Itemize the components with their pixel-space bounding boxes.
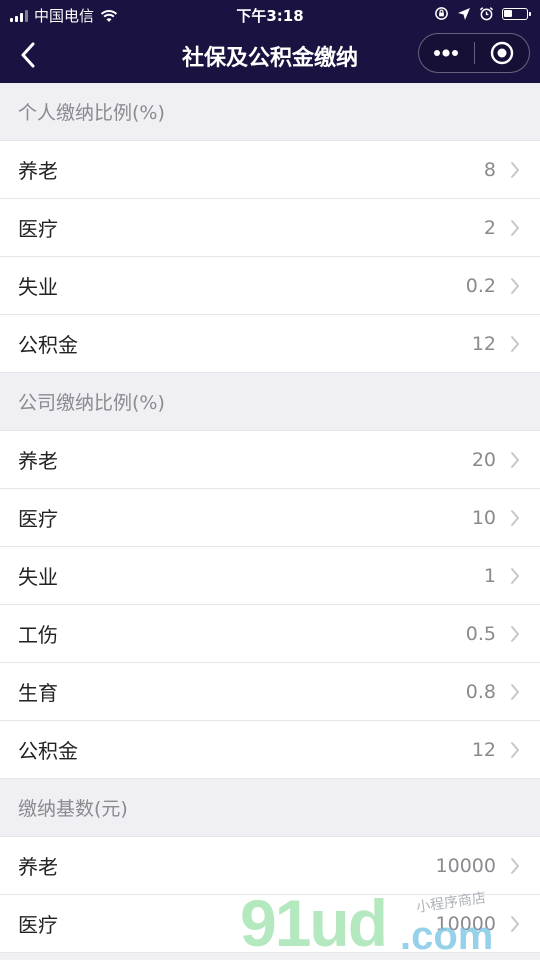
status-right	[434, 6, 531, 21]
close-mini-program-button[interactable]	[475, 34, 530, 72]
item-value: 2	[483, 216, 496, 239]
list-item[interactable]: 养老 10000	[0, 837, 540, 895]
item-value: 12	[471, 738, 496, 761]
item-label: 医疗	[18, 507, 58, 531]
more-button[interactable]	[419, 34, 474, 72]
list-item[interactable]: 养老 20	[0, 431, 540, 489]
item-label: 工伤	[18, 623, 58, 647]
list-item[interactable]: 失业 0.2	[0, 257, 540, 315]
battery-icon	[502, 7, 531, 20]
item-label: 养老	[18, 449, 58, 473]
list-item[interactable]: 公积金 12	[0, 721, 540, 779]
chevron-right-icon	[510, 451, 520, 469]
section-header-personal: 个人缴纳比例(%)	[0, 83, 540, 141]
location-arrow-icon	[458, 7, 470, 20]
item-label: 养老	[18, 855, 58, 879]
item-value: 10000	[435, 854, 496, 877]
chevron-right-icon	[510, 683, 520, 701]
mini-program-capsule	[418, 33, 530, 73]
chevron-right-icon	[510, 161, 520, 179]
nav-bar: 社保及公积金缴纳	[0, 30, 540, 83]
item-value: 8	[483, 158, 496, 181]
section-header-base: 缴纳基数(元)	[0, 779, 540, 837]
back-button[interactable]	[8, 35, 48, 75]
item-value: 0.2	[465, 274, 496, 297]
more-dots-icon	[434, 49, 459, 57]
list-item[interactable]: 医疗 2	[0, 199, 540, 257]
item-value: 10000	[435, 912, 496, 935]
chevron-right-icon	[510, 915, 520, 933]
chevron-right-icon	[510, 509, 520, 527]
list-item[interactable]: 工伤 0.5	[0, 605, 540, 663]
item-label: 失业	[18, 565, 58, 589]
item-value: 0.8	[465, 680, 496, 703]
item-value: 12	[471, 332, 496, 355]
list-item[interactable]: 医疗 10	[0, 489, 540, 547]
settings-list: 个人缴纳比例(%) 养老 8 医疗 2 失业 0.2 公积金 12 公司缴纳比例(%) …	[0, 83, 540, 953]
item-label: 失业	[18, 275, 58, 299]
chevron-right-icon	[510, 741, 520, 759]
item-value: 20	[471, 448, 496, 471]
item-label: 医疗	[18, 217, 58, 241]
item-value: 10	[471, 506, 496, 529]
item-label: 医疗	[18, 913, 58, 937]
chevron-right-icon	[510, 857, 520, 875]
section-header-company: 公司缴纳比例(%)	[0, 373, 540, 431]
list-item[interactable]: 医疗 10000	[0, 895, 540, 953]
alarm-icon	[479, 7, 494, 21]
chevron-right-icon	[510, 625, 520, 643]
rotation-lock-icon	[435, 7, 448, 20]
item-label: 公积金	[18, 739, 78, 763]
chevron-left-icon	[21, 42, 35, 68]
page-title: 社保及公积金缴纳	[181, 46, 358, 71]
item-value: 1	[483, 564, 496, 587]
chevron-right-icon	[510, 567, 520, 585]
item-label: 养老	[18, 159, 58, 183]
target-circle-icon	[490, 41, 513, 65]
list-item[interactable]: 生育 0.8	[0, 663, 540, 721]
chevron-right-icon	[510, 219, 520, 237]
status-bar: 中国电信 下午3:18	[0, 0, 540, 30]
chevron-right-icon	[510, 277, 520, 295]
chevron-right-icon	[510, 335, 520, 353]
item-label: 生育	[18, 681, 58, 705]
list-item[interactable]: 公积金 12	[0, 315, 540, 373]
item-label: 公积金	[18, 333, 78, 357]
list-item[interactable]: 失业 1	[0, 547, 540, 605]
item-value: 0.5	[465, 622, 496, 645]
list-item[interactable]: 养老 8	[0, 141, 540, 199]
